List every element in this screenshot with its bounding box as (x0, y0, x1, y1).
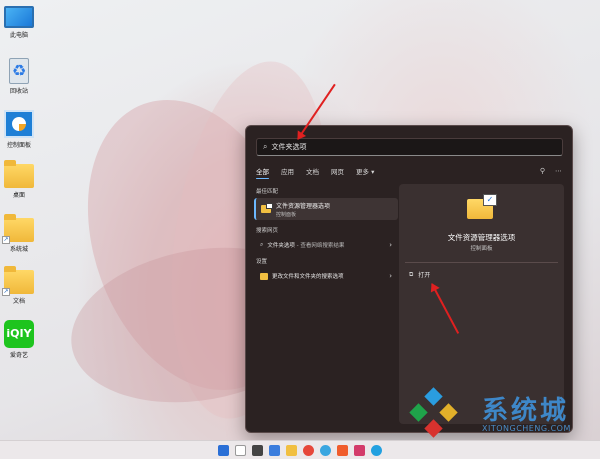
section-web: 搜索网页 (256, 228, 279, 234)
chevron-right-icon: › (389, 272, 392, 280)
search-icon: ⌕ (263, 142, 268, 151)
desktop-icon-control-panel[interactable]: 控制面板 (2, 110, 36, 149)
best-match-result[interactable]: 文件资源管理器选项 控制面板 (254, 198, 398, 220)
best-match-subtitle: 控制面板 (276, 211, 297, 218)
task-view-icon[interactable] (252, 444, 263, 456)
folder-shortcut-icon: ↗ (2, 266, 34, 296)
detail-subtitle: 控制面板 (470, 246, 493, 252)
settings-folder-icon (260, 272, 268, 280)
more-options-icon[interactable]: ⋯ (555, 167, 562, 175)
settings-result[interactable]: 更改文件和文件夹的搜索选项 › (254, 268, 398, 284)
settings-result-label: 更改文件和文件夹的搜索选项 (272, 274, 344, 280)
folder-options-icon (261, 203, 273, 213)
watermark-brand: 系统城 (482, 396, 570, 426)
chevron-right-icon: › (389, 241, 392, 249)
section-best-match: 最佳匹配 (256, 189, 279, 195)
edge-icon[interactable] (320, 444, 331, 456)
desktop-icon-iqiyi[interactable]: iQIY 爱奇艺 (2, 320, 36, 359)
monitor-icon (4, 6, 34, 28)
tab-more[interactable]: 更多 ▾ (356, 166, 374, 176)
widgets-icon[interactable] (269, 444, 280, 456)
desktop-icon-label: 桌面 (12, 192, 25, 199)
start-icon[interactable] (218, 444, 229, 456)
iqiyi-icon: iQIY (4, 320, 34, 348)
best-match-title: 文件资源管理器选项 (276, 202, 331, 210)
search-window: ⌕ 文件夹选项 全部 应用 文档 网页 更多 ▾ ⚲ ⋯ 最佳匹配 文件资源管理… (245, 125, 573, 433)
browser-icon[interactable] (371, 444, 382, 456)
divider (405, 262, 558, 263)
search-query: 文件夹选项 (271, 143, 307, 151)
desktop-icon-label: 系统城 (9, 246, 28, 253)
web-result-suffix: - 查看网络搜索结果 (294, 243, 345, 249)
tab-documents[interactable]: 文档 (306, 166, 319, 176)
desktop-icon-label: 控制面板 (6, 142, 31, 149)
watermark: 系统城 XITONGCHENG.COM (408, 387, 598, 440)
watermark-url: XITONGCHENG.COM (482, 424, 571, 433)
desktop-icon-label: 爱奇艺 (9, 352, 28, 359)
chrome-icon[interactable] (303, 444, 314, 456)
share-icon[interactable]: ⚲ (540, 167, 545, 175)
open-icon: ⧉ (409, 270, 414, 278)
section-settings: 设置 (256, 259, 268, 265)
search-icon[interactable] (235, 444, 246, 456)
desktop-icon-recycle-bin[interactable]: ♻ 回收站 (2, 58, 36, 95)
app-icon[interactable] (337, 444, 348, 456)
tab-web[interactable]: 网页 (331, 166, 344, 176)
xitongcheng-logo-icon (408, 387, 460, 440)
folder-options-large-icon (467, 194, 497, 219)
recycle-bin-icon: ♻ (9, 58, 29, 84)
folder-shortcut-icon: ↗ (2, 214, 34, 244)
desktop-icon-desktop-folder[interactable]: 桌面 (2, 160, 36, 199)
app-icon[interactable] (354, 444, 365, 456)
tab-all[interactable]: 全部 (256, 166, 269, 179)
detail-title: 文件资源管理器选项 (447, 233, 516, 242)
shortcut-arrow-icon: ↗ (2, 288, 10, 296)
taskbar (0, 440, 600, 459)
desktop-icon-xitongcheng[interactable]: ↗ 系统城 (2, 214, 36, 253)
folder-icon (4, 160, 34, 188)
control-panel-icon (4, 110, 34, 138)
open-button[interactable]: ⧉ 打开 (409, 270, 431, 280)
desktop-icon-documents[interactable]: ↗ 文档 (2, 266, 36, 305)
search-icon: ⌕ (260, 241, 264, 248)
shortcut-arrow-icon: ↗ (2, 236, 10, 244)
file-explorer-icon[interactable] (286, 444, 297, 456)
web-result-term: 文件夹选项 (267, 243, 295, 249)
filter-tabs: 全部 应用 文档 网页 更多 ▾ ⚲ ⋯ (256, 164, 562, 179)
desktop-icon-label: 回收站 (9, 88, 28, 95)
desktop-icon-label: 此电脑 (9, 32, 28, 39)
results-list: 最佳匹配 文件资源管理器选项 控制面板 搜索网页 ⌕ 文件夹选项 - 查看网络搜… (254, 184, 398, 284)
open-label: 打开 (418, 272, 431, 279)
desktop-icon-this-pc[interactable]: 此电脑 (2, 6, 36, 39)
tab-apps[interactable]: 应用 (281, 166, 294, 176)
web-result[interactable]: ⌕ 文件夹选项 - 查看网络搜索结果 › (254, 237, 398, 253)
desktop-icon-label: 文档 (12, 298, 25, 305)
